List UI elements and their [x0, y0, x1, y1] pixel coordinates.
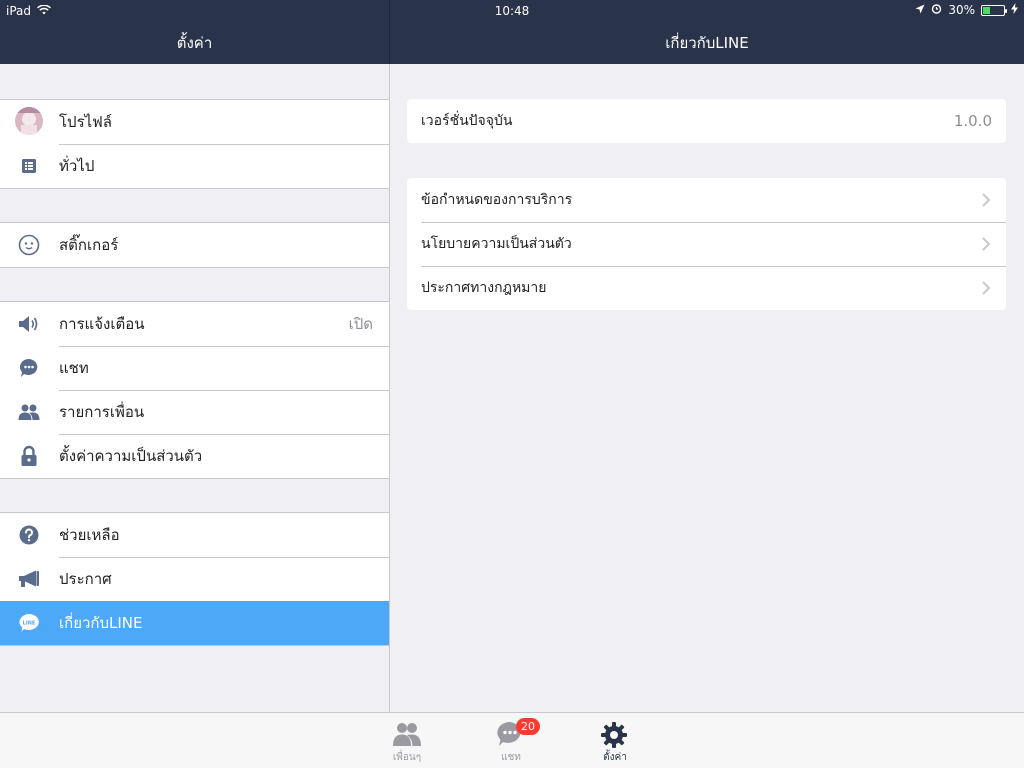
friends-icon [18, 401, 40, 423]
sidebar-item-label: ช่วยเหลือ [59, 526, 120, 544]
version-label: เวอร์ชั่นปัจจุบัน [421, 113, 513, 129]
sidebar-item-label: สติ๊กเกอร์ [59, 236, 119, 254]
version-row: เวอร์ชั่นปัจจุบัน 1.0.0 [407, 99, 1006, 143]
tab-friends[interactable]: เพื่อนๆ [377, 713, 437, 768]
status-bar: iPad 10:48 30% [0, 0, 1024, 22]
sidebar-item-label: ทั่วไป [59, 157, 95, 175]
friends-tab-icon [393, 723, 421, 746]
sidebar-divider [389, 64, 390, 712]
unread-badge: 20 [516, 718, 540, 735]
help-icon [18, 524, 40, 546]
settings-group-account: โปรไฟล์ ทั่วไป [0, 99, 389, 189]
nav-divider [389, 0, 390, 64]
link-label: ข้อกำหนดของการบริการ [421, 192, 573, 208]
sidebar-item-label: รายการเพื่อน [59, 403, 145, 421]
status-time: 10:48 [494, 4, 530, 18]
sidebar-item-about-line[interactable]: LINE เกี่ยวกับLINE [0, 601, 389, 645]
sidebar-item-label: ตั้งค่าความเป็นส่วนตัว [59, 447, 203, 465]
notification-status-value: เปิด [348, 315, 373, 333]
location-arrow-icon [915, 3, 925, 17]
chevron-right-icon [980, 236, 992, 252]
settings-group-info: ช่วยเหลือ ประกาศ LINE เกี่ยวกับLINE [0, 512, 389, 646]
sidebar-item-label: แชท [59, 359, 89, 377]
settings-group-preferences: การแจ้งเตือน เปิด แชท รายการเพื่อน ตั้งค… [0, 301, 389, 479]
lock-icon [18, 445, 40, 467]
speaker-icon [18, 313, 40, 335]
top-header: iPad 10:48 30% ตั้งค่า เกี่ยวกับLINE [0, 0, 1024, 64]
tab-label: แชท [501, 752, 521, 763]
charging-icon [1011, 3, 1018, 17]
sidebar-item-label: การแจ้งเตือน [59, 315, 145, 333]
profile-avatar [15, 107, 43, 135]
version-card: เวอร์ชั่นปัจจุบัน 1.0.0 [407, 99, 1006, 143]
sidebar-item-label: โปรไฟล์ [59, 113, 112, 131]
settings-group-stickers: สติ๊กเกอร์ [0, 222, 389, 268]
megaphone-icon [18, 568, 40, 590]
sidebar-item-label: ประกาศ [59, 570, 112, 588]
tab-label: เพื่อนๆ [392, 752, 422, 763]
sidebar-item-general[interactable]: ทั่วไป [0, 144, 389, 188]
chevron-right-icon [980, 192, 992, 208]
gear-icon [601, 722, 627, 748]
sidebar-item-stickers[interactable]: สติ๊กเกอร์ [0, 223, 389, 267]
sidebar-item-profile[interactable]: โปรไฟล์ [0, 100, 389, 144]
sidebar-item-label: เกี่ยวกับLINE [59, 614, 143, 632]
sidebar-item-announcements[interactable]: ประกาศ [0, 557, 389, 601]
privacy-policy-row[interactable]: นโยบายความเป็นส่วนตัว [407, 222, 1006, 266]
bottom-tab-bar: เพื่อนๆ 20 แชท ตั้งค่า [0, 712, 1024, 768]
tab-settings[interactable]: ตั้งค่า [585, 713, 645, 768]
legal-links-card: ข้อกำหนดของการบริการ นโยบายความเป็นส่วนต… [407, 178, 1006, 310]
chat-bubble-icon [18, 357, 40, 379]
svg-text:LINE: LINE [23, 621, 36, 627]
tab-chats[interactable]: 20 แชท [481, 713, 541, 768]
battery-icon [981, 4, 1007, 16]
sidebar-item-help[interactable]: ช่วยเหลือ [0, 513, 389, 557]
link-label: ประกาศทางกฎหมาย [421, 280, 547, 296]
terms-of-service-row[interactable]: ข้อกำหนดของการบริการ [407, 178, 1006, 222]
sidebar-item-chat[interactable]: แชท [0, 346, 389, 390]
tab-label: ตั้งค่า [603, 752, 627, 763]
list-icon [18, 155, 40, 177]
line-logo-icon: LINE [18, 612, 40, 634]
detail-nav-title: เกี่ยวกับLINE [665, 34, 749, 52]
chevron-right-icon [980, 280, 992, 296]
settings-sidebar: โปรไฟล์ ทั่วไป สติ๊กเกอร์ การแจ้งเตือน เ… [0, 64, 389, 712]
sidebar-item-privacy[interactable]: ตั้งค่าความเป็นส่วนตัว [0, 434, 389, 478]
sidebar-nav-title: ตั้งค่า [176, 34, 213, 52]
legal-notice-row[interactable]: ประกาศทางกฎหมาย [407, 266, 1006, 310]
battery-percent: 30% [948, 3, 975, 17]
alarm-icon [931, 3, 942, 17]
sidebar-item-notifications[interactable]: การแจ้งเตือน เปิด [0, 302, 389, 346]
sticker-icon [18, 234, 40, 256]
link-label: นโยบายความเป็นส่วนตัว [421, 236, 572, 252]
sidebar-item-friends[interactable]: รายการเพื่อน [0, 390, 389, 434]
version-value: 1.0.0 [953, 112, 992, 130]
